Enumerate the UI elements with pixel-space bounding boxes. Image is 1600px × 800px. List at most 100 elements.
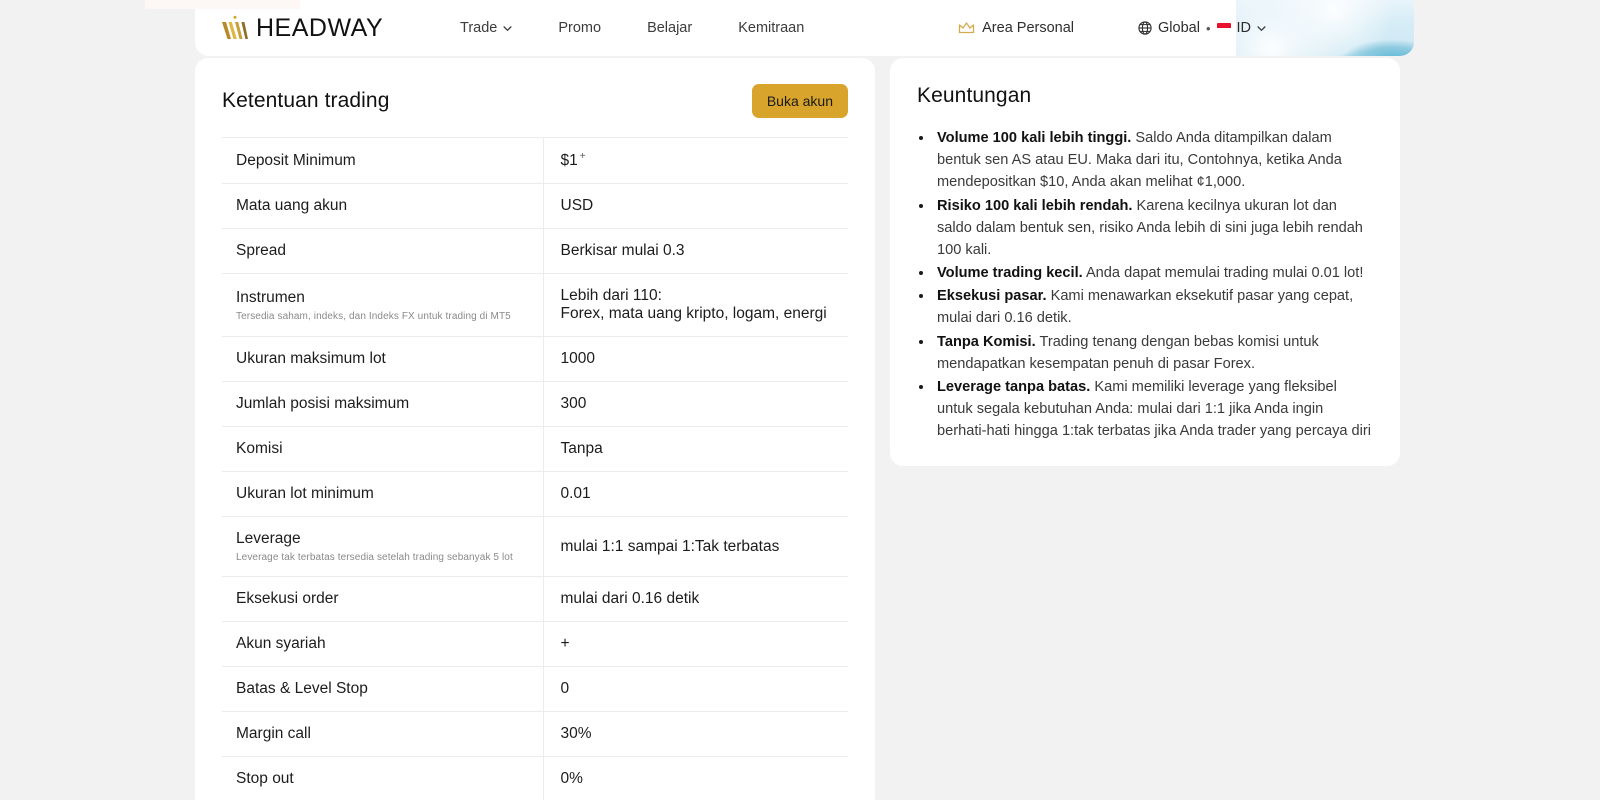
spec-label: Deposit Minimum [236, 151, 356, 169]
spec-value: mulai 1:1 sampai 1:Tak terbatas [560, 537, 780, 555]
nav-item-trade-label: Trade [460, 20, 498, 36]
benefits-card: Keuntungan Volume 100 kali lebih tinggi.… [890, 58, 1400, 466]
spec-value: $1 [560, 152, 578, 170]
benefit-title: Volume 100 kali lebih tinggi. [937, 130, 1132, 146]
spec-value-cell: 0.01 [543, 472, 848, 517]
table-row: Instrumen Tersedia saham, indeks, dan Ind… [222, 273, 848, 337]
spec-label-cell: Spread [222, 228, 544, 274]
spec-label-cell: Stop out [222, 756, 544, 800]
decorative-pink-band [145, 0, 300, 9]
spec-label: Ukuran lot minimum [236, 485, 374, 503]
language-region-label: Global [1158, 20, 1200, 36]
spec-label-cell: Deposit Minimum [222, 137, 544, 184]
trading-terms-header: Ketentuan trading Buka akun [195, 58, 875, 118]
spec-value: 1000 [560, 350, 595, 368]
table-row: Leverage Leverage tak terbatas tersedia s… [222, 516, 848, 577]
benefit-title: Volume trading kecil. [937, 265, 1083, 282]
list-item: Leverage tanpa batas. Kami memiliki leve… [934, 376, 1373, 443]
table-row: Jumlah posisi maksimum 300 [222, 381, 848, 427]
spec-value: Berkisar mulai 0.3 [560, 242, 685, 260]
spec-label: Komisi [236, 440, 283, 458]
spec-label: Akun syariah [236, 635, 326, 653]
brand-logo[interactable]: HEADWAY [220, 15, 383, 41]
spec-label: Spread [236, 242, 286, 260]
spec-value: 0.01 [560, 485, 591, 503]
table-row: Eksekusi order mulai dari 0.16 detik [222, 576, 848, 622]
list-item: Risiko 100 kali lebih rendah. Karena kec… [934, 195, 1373, 262]
chevron-down-icon [503, 25, 512, 31]
nav-item-kemitraan[interactable]: Kemitraan [738, 20, 804, 36]
nav-item-belajar[interactable]: Belajar [647, 20, 692, 36]
spec-label-cell: Instrumen Tersedia saham, indeks, dan Ind… [222, 273, 544, 337]
site-header: HEADWAY Trade Promo Belajar Kemitraan Ar… [195, 0, 1414, 56]
nav-item-trade[interactable]: Trade [460, 20, 512, 36]
spec-label: Instrumen [236, 288, 305, 306]
spec-value-cell: $1 + [543, 138, 848, 184]
spec-value-cell: mulai dari 0.16 detik [543, 577, 848, 622]
spec-value: USD [560, 197, 594, 215]
spec-label: Eksekusi order [236, 590, 339, 608]
page-title: Ketentuan trading [222, 89, 390, 112]
table-row: Margin call 30% [222, 711, 848, 757]
spec-value-cell: 30% [543, 712, 848, 757]
benefit-title: Risiko 100 kali lebih rendah. [937, 197, 1133, 214]
spec-value-cell: Tanpa [543, 427, 848, 472]
spec-value: 30% [560, 725, 592, 743]
spec-value-cell: Berkisar mulai 0.3 [543, 229, 848, 274]
spec-value-line: Forex, mata uang kripto, logam, energi [560, 305, 827, 323]
spec-label-cell: Leverage Leverage tak terbatas tersedia s… [222, 516, 544, 577]
spec-value: 300 [560, 395, 587, 413]
table-row: Batas & Level Stop 0 [222, 666, 848, 712]
headway-crown-logo-icon [222, 15, 248, 39]
spec-label-cell: Eksekusi order [222, 576, 544, 622]
list-item: Volume 100 kali lebih tinggi. Saldo Anda… [934, 127, 1373, 194]
spec-value-cell: 0% [543, 757, 848, 800]
brand-name: HEADWAY [256, 13, 384, 42]
table-row: Komisi Tanpa [222, 426, 848, 472]
language-code-label: ID [1236, 20, 1252, 36]
spec-label: Leverage [236, 530, 301, 548]
spec-label: Mata uang akun [236, 197, 348, 215]
spec-label-cell: Komisi [222, 426, 544, 472]
spec-label-cell: Mata uang akun [222, 183, 544, 229]
personal-area-link[interactable]: Area Personal [958, 20, 1074, 36]
spec-label-cell: Akun syariah [222, 621, 544, 667]
spec-value-cell: 300 [543, 382, 848, 427]
spec-value-cell: 0 [543, 667, 848, 712]
main-navigation: Trade Promo Belajar Kemitraan [460, 20, 804, 36]
spec-value: mulai dari 0.16 detik [560, 590, 700, 608]
trading-terms-table-body: Deposit Minimum $1 + Mata uang akun USD Sprea… [222, 137, 848, 800]
language-separator: • [1205, 20, 1211, 36]
table-row: Spread Berkisar mulai 0.3 [222, 228, 848, 274]
spec-value-cell: 1000 [543, 337, 848, 382]
table-row: Mata uang akun USD [222, 183, 848, 229]
globe-icon [1138, 21, 1152, 35]
spec-label: Ukuran maksimum lot [236, 350, 386, 368]
table-row: Deposit Minimum $1 + [222, 137, 848, 184]
benefits-list: Volume 100 kali lebih tinggi. Saldo Anda… [934, 127, 1373, 442]
nav-item-belajar-label: Belajar [647, 20, 693, 36]
table-row: Akun syariah + [222, 621, 848, 667]
spec-value-superscript: + [579, 151, 586, 162]
table-row: Ukuran maksimum lot 1000 [222, 336, 848, 382]
language-selector[interactable]: Global • ID [1138, 20, 1266, 36]
spec-value-line: Lebih dari 110: [560, 287, 662, 305]
nav-item-promo[interactable]: Promo [558, 20, 601, 36]
spec-label-cell: Batas & Level Stop [222, 666, 544, 712]
spec-label-cell: Margin call [222, 711, 544, 757]
spec-label-cell: Jumlah posisi maksimum [222, 381, 544, 427]
crown-icon [958, 22, 975, 34]
spec-label-cell: Ukuran lot minimum [222, 471, 544, 517]
open-account-button[interactable]: Buka akun [751, 84, 848, 118]
table-row: Ukuran lot minimum 0.01 [222, 471, 848, 517]
benefits-title: Keuntungan [917, 84, 1032, 107]
spec-value: 0% [560, 770, 583, 788]
spec-label-subtext: Leverage tak terbatas tersedia setelah t… [236, 552, 513, 564]
nav-item-kemitraan-label: Kemitraan [738, 20, 805, 36]
spec-value: + [560, 635, 570, 653]
spec-value-cell: USD [543, 184, 848, 229]
page-root: HEADWAY Trade Promo Belajar Kemitraan Ar… [0, 0, 1600, 800]
spec-value: 0 [560, 680, 570, 698]
chevron-down-icon [1257, 25, 1266, 31]
benefit-title: Eksekusi pasar. [937, 288, 1047, 305]
